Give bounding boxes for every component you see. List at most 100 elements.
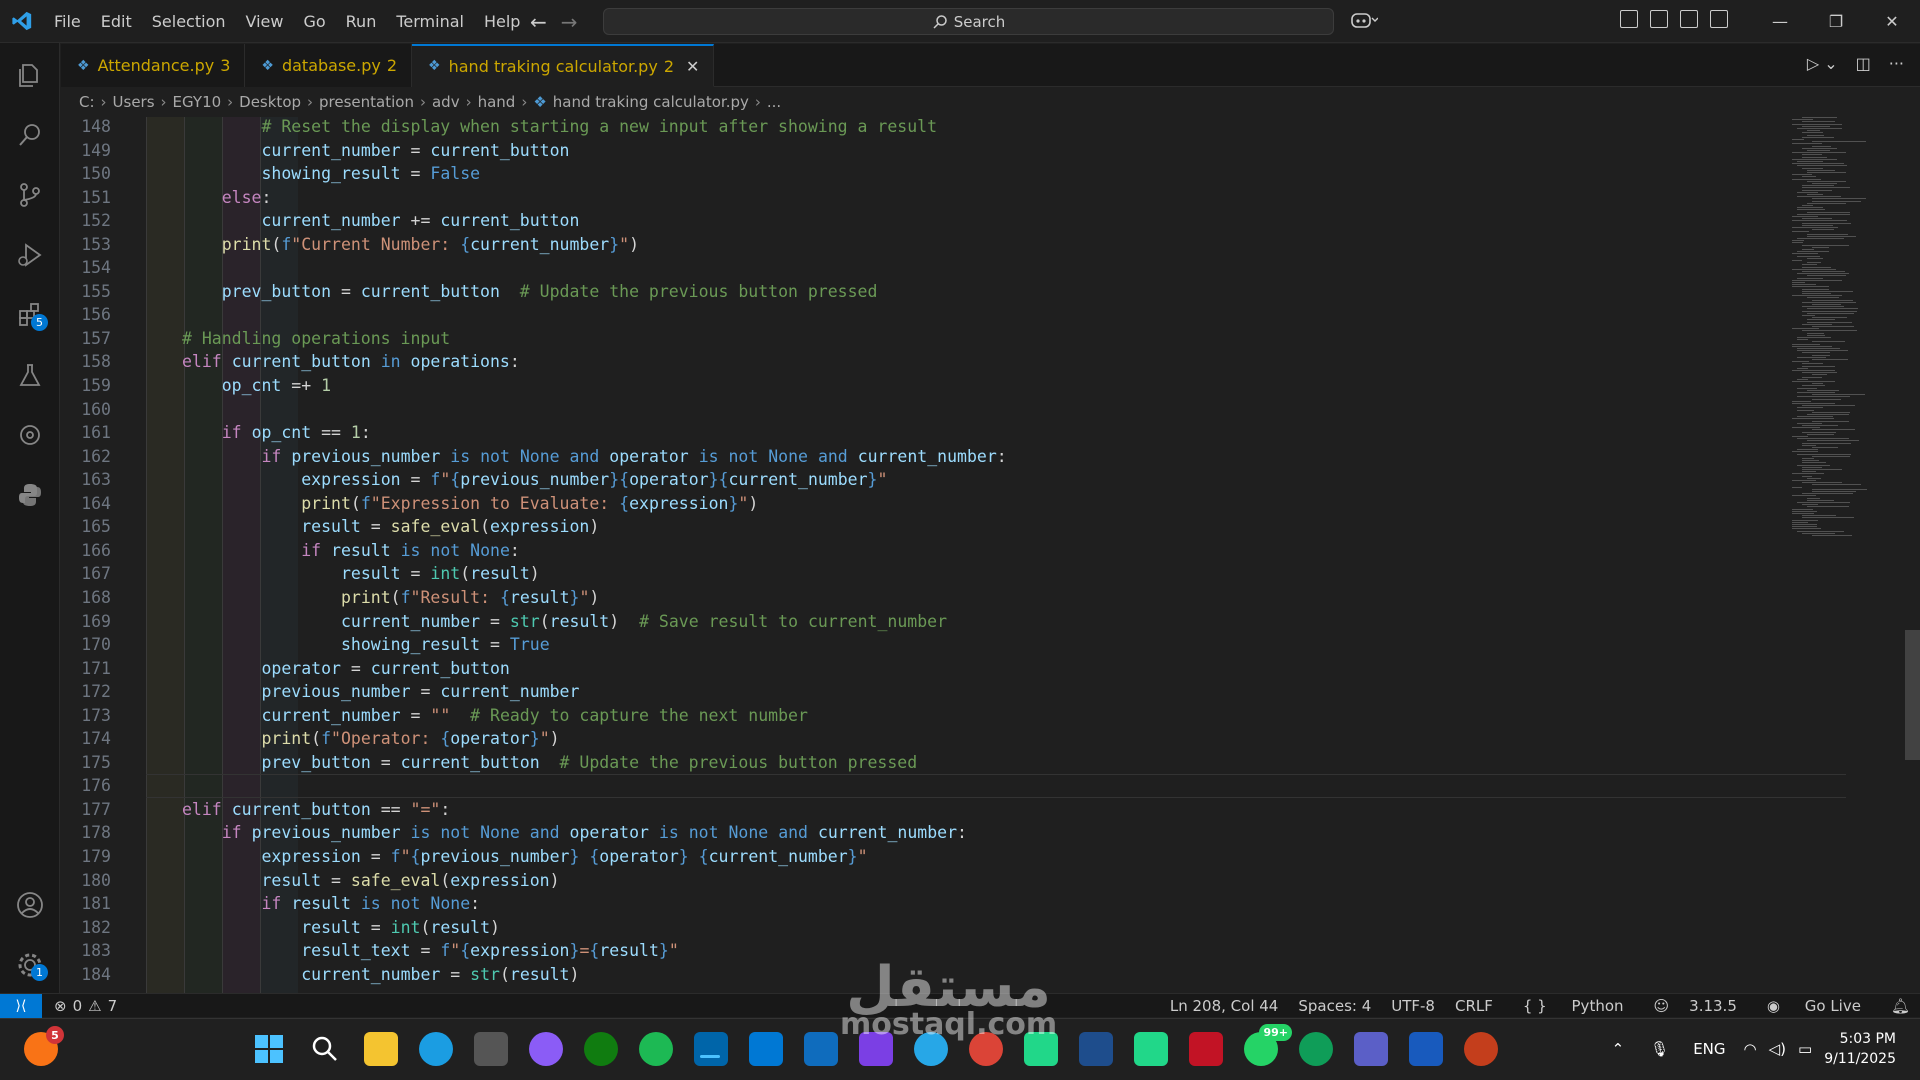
- cursor-position[interactable]: Ln 208, Col 44: [1160, 997, 1288, 1015]
- code-line[interactable]: 176: [61, 774, 1761, 798]
- breadcrumb-item[interactable]: C:: [79, 93, 95, 111]
- breadcrumb-item[interactable]: Desktop: [239, 93, 301, 111]
- code-line[interactable]: 150 showing_result = False: [61, 162, 1761, 186]
- back-arrow-icon[interactable]: ←: [530, 10, 547, 34]
- code-line[interactable]: 178 if previous_number is not None and o…: [61, 821, 1761, 845]
- testing-flask-icon[interactable]: [12, 357, 48, 393]
- wifi-icon[interactable]: ◠: [1738, 1040, 1763, 1058]
- breadcrumb-item[interactable]: hand: [478, 93, 516, 111]
- accounts-icon[interactable]: [12, 887, 48, 923]
- code-line[interactable]: 152 current_number += current_button: [61, 209, 1761, 233]
- app-hex-icon[interactable]: [474, 1032, 508, 1066]
- code-line[interactable]: 173 current_number = "" # Ready to captu…: [61, 704, 1761, 728]
- code-line[interactable]: 166 if result is not None:: [61, 539, 1761, 563]
- menu-edit[interactable]: Edit: [91, 0, 142, 43]
- code-line[interactable]: 156: [61, 303, 1761, 327]
- source-control-icon[interactable]: [12, 177, 48, 213]
- chrome-profile-icon[interactable]: [1299, 1032, 1333, 1066]
- python-icon[interactable]: [12, 477, 48, 513]
- code-line[interactable]: 171 operator = current_button: [61, 657, 1761, 681]
- menu-selection[interactable]: Selection: [142, 0, 236, 43]
- split-editor-icon[interactable]: ◫: [1856, 54, 1871, 73]
- weather-widget-icon[interactable]: 5: [24, 1026, 64, 1066]
- explorer-icon[interactable]: [12, 57, 48, 93]
- code-line[interactable]: 160: [61, 398, 1761, 422]
- code-line[interactable]: 161 if op_cnt == 1:: [61, 421, 1761, 445]
- customize-layout-icon[interactable]: [1620, 10, 1638, 28]
- code-line[interactable]: 170 showing_result = True: [61, 633, 1761, 657]
- tab-attendance[interactable]: ❖ Attendance.py 3: [61, 44, 246, 87]
- show-hidden-icons-chevron-icon[interactable]: ⌃: [1598, 1040, 1639, 1058]
- more-actions-icon[interactable]: ···: [1889, 54, 1904, 73]
- language-indicator[interactable]: ENG: [1681, 1040, 1737, 1058]
- vscode-taskbar-icon[interactable]: [694, 1032, 728, 1066]
- breadcrumb-item[interactable]: ...: [767, 93, 781, 111]
- menu-file[interactable]: File: [44, 0, 91, 43]
- code-line[interactable]: 163 expression = f"{previous_number}{ope…: [61, 468, 1761, 492]
- code-line[interactable]: 149 current_number = current_button: [61, 139, 1761, 163]
- toggle-sidebar-icon[interactable]: [1650, 10, 1668, 28]
- whatsapp-icon[interactable]: 99+: [1244, 1024, 1292, 1066]
- code-line[interactable]: 157 # Handling operations input: [61, 327, 1761, 351]
- word-icon[interactable]: [1409, 1032, 1443, 1066]
- menu-run[interactable]: Run: [336, 0, 387, 43]
- manage-gear-icon[interactable]: 1: [12, 947, 48, 983]
- language-mode[interactable]: { } Python: [1503, 997, 1644, 1015]
- powerpoint-icon[interactable]: [1464, 1032, 1498, 1066]
- code-line[interactable]: 158 elif current_button in operations:: [61, 350, 1761, 374]
- microsoft-store-icon[interactable]: [749, 1032, 783, 1066]
- remote-indicator-icon[interactable]: ⟩⟨: [0, 993, 42, 1018]
- close-tab-icon[interactable]: ✕: [686, 57, 699, 76]
- code-line[interactable]: 148 # Reset the display when starting a …: [61, 117, 1761, 139]
- code-line[interactable]: 180 result = safe_eval(expression): [61, 869, 1761, 893]
- minimize-icon[interactable]: —: [1752, 0, 1808, 43]
- start-windows-icon[interactable]: [252, 1032, 286, 1066]
- code-line[interactable]: 181 if result is not None:: [61, 892, 1761, 916]
- volume-icon[interactable]: ◁): [1763, 1040, 1792, 1058]
- toggle-panel-icon[interactable]: [1680, 10, 1698, 28]
- code-line[interactable]: 165 result = safe_eval(expression): [61, 515, 1761, 539]
- pycharm-icon[interactable]: [1134, 1032, 1168, 1066]
- breadcrumb-item[interactable]: adv: [432, 93, 460, 111]
- clock[interactable]: 5:03 PM 9/11/2025: [1824, 1029, 1920, 1069]
- battery-icon[interactable]: ▭: [1792, 1040, 1824, 1058]
- code-line[interactable]: 174 print(f"Operator: {operator}"): [61, 727, 1761, 751]
- code-editor[interactable]: 148 # Reset the display when starting a …: [61, 117, 1920, 993]
- search-view-icon[interactable]: [12, 117, 48, 153]
- run-debug-icon[interactable]: [12, 237, 48, 273]
- remote-explorer-icon[interactable]: [12, 417, 48, 453]
- toggle-secondary-sidebar-icon[interactable]: [1710, 10, 1728, 28]
- menu-help[interactable]: Help: [474, 0, 530, 43]
- command-center-search[interactable]: Search: [603, 8, 1334, 35]
- edge-browser-icon[interactable]: [419, 1032, 453, 1066]
- code-line[interactable]: 159 op_cnt =+ 1: [61, 374, 1761, 398]
- code-line[interactable]: 153 print(f"Current Number: {current_num…: [61, 233, 1761, 257]
- copilot-icon[interactable]: [1350, 10, 1379, 34]
- file-explorer-icon[interactable]: [364, 1032, 398, 1066]
- notifications-bell-icon[interactable]: 🔔︎: [1881, 997, 1920, 1015]
- python-interpreter[interactable]: 3.13.5: [1679, 997, 1747, 1015]
- code-line[interactable]: 155 prev_button = current_button # Updat…: [61, 280, 1761, 304]
- forward-arrow-icon[interactable]: →: [561, 10, 578, 34]
- encoding[interactable]: UTF-8: [1381, 997, 1445, 1015]
- code-line[interactable]: 179 expression = f"{previous_number} {op…: [61, 845, 1761, 869]
- tab-database[interactable]: ❖ database.py 2: [245, 44, 413, 87]
- copilot-status-icon[interactable]: ☺: [1644, 997, 1680, 1015]
- menu-view[interactable]: View: [236, 0, 294, 43]
- code-line[interactable]: 154: [61, 256, 1761, 280]
- microphone-icon[interactable]: 🎙︎: [1638, 1040, 1681, 1058]
- menu-go[interactable]: Go: [293, 0, 335, 43]
- minimap[interactable]: [1790, 117, 1905, 547]
- azure-app-icon[interactable]: [804, 1032, 838, 1066]
- code-line[interactable]: 177 elif current_button == "=":: [61, 798, 1761, 822]
- taskbar-search-icon[interactable]: [308, 1032, 342, 1066]
- code-line[interactable]: 175 prev_button = current_button # Updat…: [61, 751, 1761, 775]
- close-window-icon[interactable]: ✕: [1864, 0, 1920, 43]
- end-of-line[interactable]: CRLF: [1445, 997, 1503, 1015]
- breadcrumb-item[interactable]: hand traking calculator.py: [553, 93, 749, 111]
- go-live-button[interactable]: ◉ Go Live: [1747, 997, 1881, 1015]
- spotify-icon[interactable]: [639, 1032, 673, 1066]
- intellij-icon[interactable]: [1079, 1032, 1113, 1066]
- menu-terminal[interactable]: Terminal: [386, 0, 474, 43]
- breadcrumb-item[interactable]: EGY10: [173, 93, 222, 111]
